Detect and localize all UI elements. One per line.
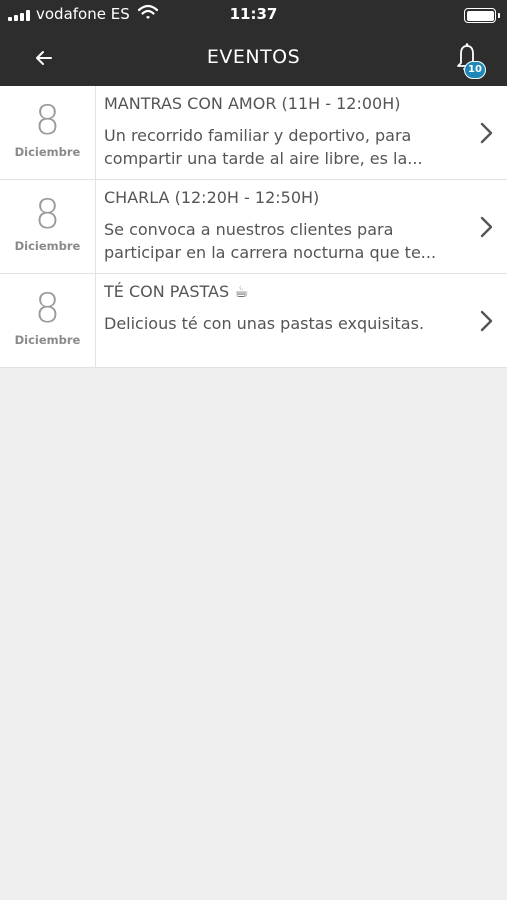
event-date: 8 Diciembre — [0, 274, 96, 368]
chevron-right-icon[interactable] — [476, 213, 496, 241]
chevron-right-icon[interactable] — [476, 119, 496, 147]
event-day: 8 — [34, 98, 61, 144]
event-description: Se convoca a nuestros clientes para part… — [104, 220, 437, 262]
chevron-right-icon[interactable] — [476, 307, 496, 335]
event-day: 8 — [34, 192, 61, 238]
event-row[interactable]: 8 Diciembre CHARLA (12:20H - 12:50H) Se … — [0, 180, 507, 274]
back-arrow-icon[interactable] — [30, 44, 58, 72]
page-title: EVENTOS — [206, 46, 301, 68]
event-row[interactable]: 8 Diciembre TÉ CON PASTAS ☕ Delicious té… — [0, 274, 507, 368]
status-time: 11:37 — [229, 5, 278, 23]
event-description: Un recorrido familiar y deportivo, para … — [104, 126, 423, 168]
event-day: 8 — [34, 286, 61, 332]
event-month: Diciembre — [14, 333, 81, 347]
event-title: TÉ CON PASTAS ☕ — [104, 282, 249, 301]
event-month: Diciembre — [14, 239, 81, 253]
app-header: vodafone ES 11:37 EVENTOS 10 — [0, 0, 507, 86]
event-description: Delicious té con unas pastas exquisitas. — [104, 314, 425, 333]
event-month: Diciembre — [14, 145, 81, 159]
event-title: CHARLA (12:20H - 12:50H) — [104, 188, 320, 207]
event-title: MANTRAS CON AMOR (11H - 12:00H) — [104, 94, 401, 113]
status-bar: vodafone ES 11:37 — [0, 0, 507, 30]
event-row[interactable]: 8 Diciembre MANTRAS CON AMOR (11H - 12:0… — [0, 86, 507, 180]
event-date: 8 Diciembre — [0, 86, 96, 180]
notification-count-badge: 10 — [464, 61, 486, 79]
battery-icon — [464, 8, 500, 23]
events-list: 8 Diciembre MANTRAS CON AMOR (11H - 12:0… — [0, 86, 507, 368]
event-date: 8 Diciembre — [0, 180, 96, 274]
